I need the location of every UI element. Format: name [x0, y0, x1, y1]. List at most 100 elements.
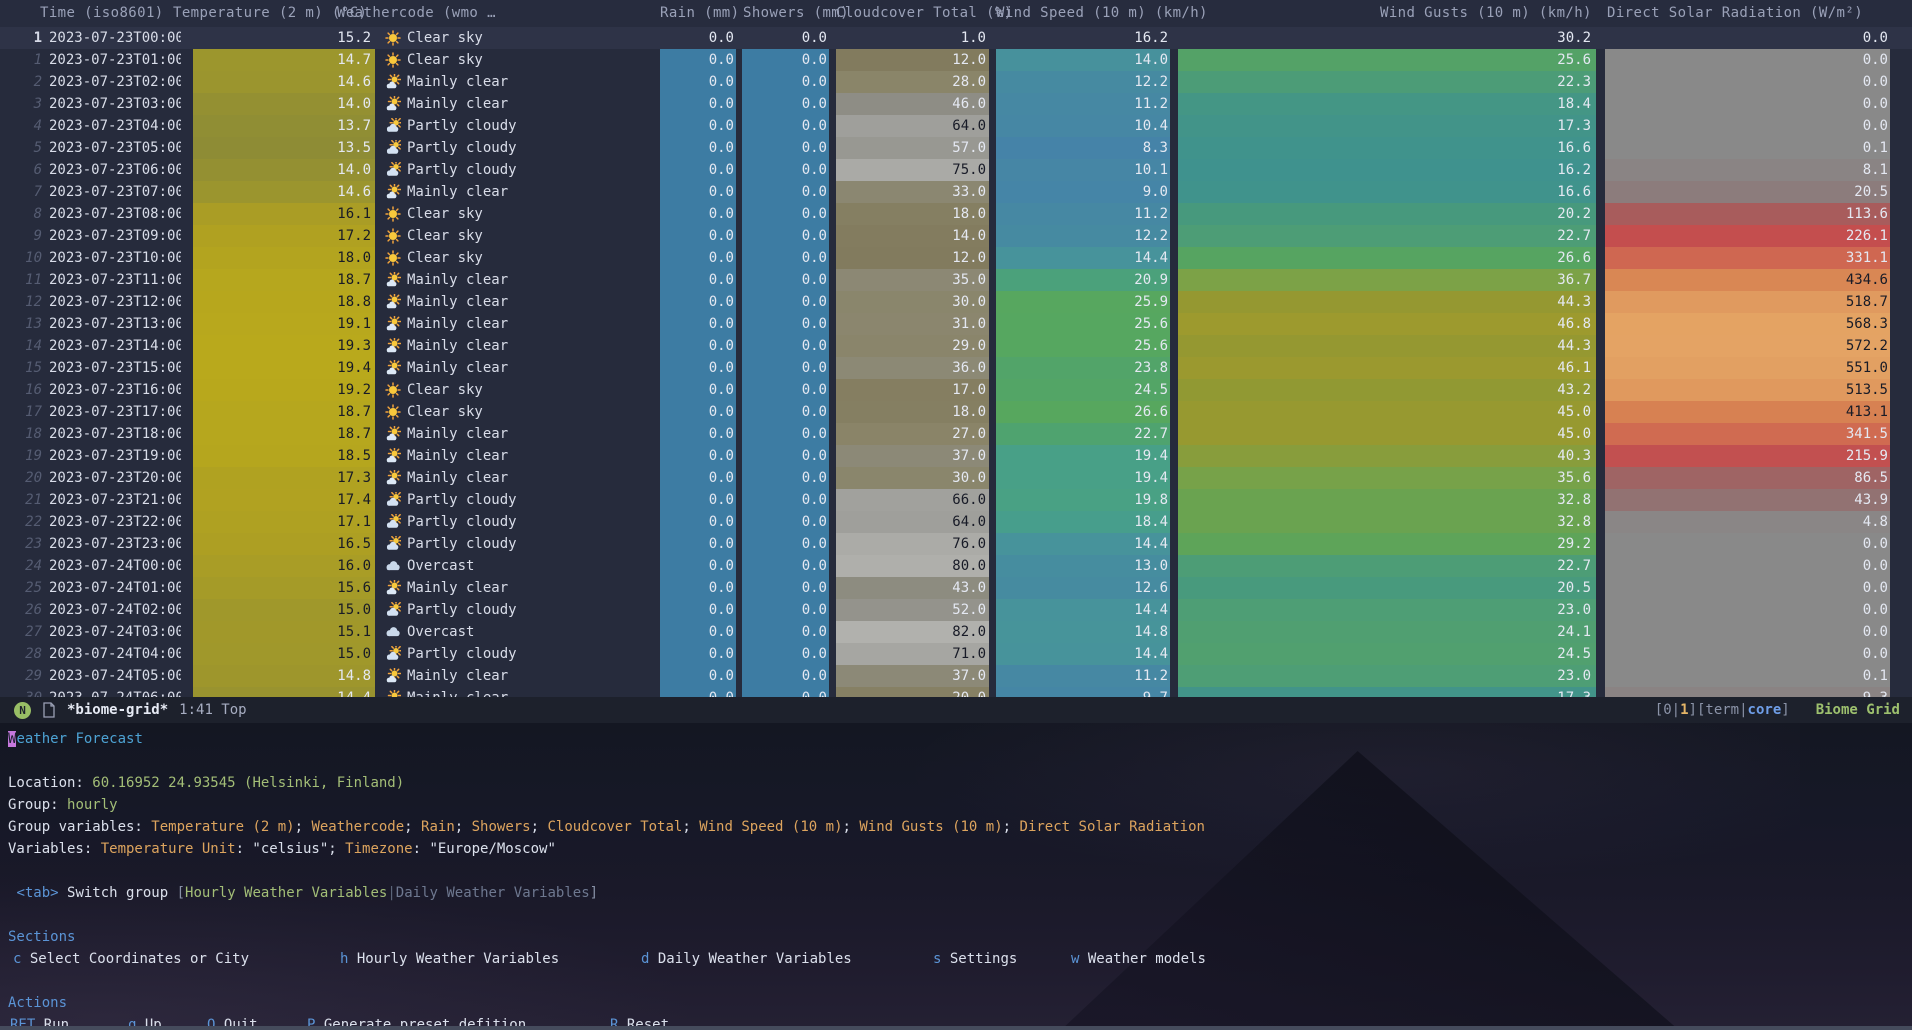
line-number: 24 [0, 555, 42, 577]
menu-item-ret[interactable]: RET Run [10, 1014, 69, 1026]
text-segment: Daily Weather Variables [396, 885, 590, 901]
cell-weathercode: Partly cloudy [385, 533, 655, 555]
cell-cloudcover: 64.0 [836, 511, 989, 533]
table-row[interactable]: 12023-07-23T00:0015.2Clear sky0.00.01.01… [0, 27, 1912, 49]
buffer-name[interactable]: *biome-grid* [67, 702, 168, 718]
column-header-cloudcover[interactable]: Cloudcover Total (%) [836, 0, 1013, 27]
line-number: 27 [0, 621, 42, 643]
table-row[interactable]: 22023-07-23T02:0014.6Mainly clear0.00.02… [0, 71, 1912, 93]
table-row[interactable]: 172023-07-23T17:0018.7Clear sky0.00.018.… [0, 401, 1912, 423]
cell-wind_speed: 19.8 [996, 489, 1170, 511]
column-header-wind_speed[interactable]: Wind Speed (10 m) (km/h) [996, 0, 1208, 27]
workspace-segment: core [1748, 702, 1782, 718]
table-row[interactable]: 212023-07-23T21:0017.4Partly cloudy0.00.… [0, 489, 1912, 511]
table-row[interactable]: 52023-07-23T05:0013.5Partly cloudy0.00.0… [0, 137, 1912, 159]
weather-label: Mainly clear [407, 467, 508, 489]
table-row[interactable]: 242023-07-24T00:0016.0Overcast0.00.080.0… [0, 555, 1912, 577]
menu-item-s[interactable]: s Settings [933, 948, 1017, 970]
table-row[interactable]: 152023-07-23T15:0019.4Mainly clear0.00.0… [0, 357, 1912, 379]
table-row[interactable]: 102023-07-23T10:0018.0Clear sky0.00.012.… [0, 247, 1912, 269]
line-number: 21 [0, 489, 42, 511]
cell-weathercode: Mainly clear [385, 687, 655, 697]
column-header-showers[interactable]: Showers (mm) [743, 0, 849, 27]
table-row[interactable]: 32023-07-23T03:0014.0Mainly clear0.00.04… [0, 93, 1912, 115]
menu-item-q[interactable]: Q Quit [207, 1014, 258, 1026]
cell-cloudcover: 14.0 [836, 225, 989, 247]
column-header-time[interactable]: Time (iso8601) [40, 0, 164, 27]
cell-rain: 0.0 [660, 115, 736, 137]
table-row[interactable]: 192023-07-23T19:0018.5Mainly clear0.00.0… [0, 445, 1912, 467]
cell-cloudcover: 52.0 [836, 599, 989, 621]
text-segment: ; [531, 819, 548, 835]
cell-showers: 0.0 [742, 401, 829, 423]
menu-item-w[interactable]: w Weather models [1071, 948, 1206, 970]
column-header-solar[interactable]: Direct Solar Radiation (W/m²) [1607, 0, 1863, 27]
weather-icon-mainly [385, 668, 401, 684]
weather-label: Partly cloudy [407, 511, 517, 533]
weather-label: Clear sky [407, 379, 483, 401]
cell-wind_gusts: 22.3 [1178, 71, 1596, 93]
cell-wind_speed: 8.3 [996, 137, 1170, 159]
table-row[interactable]: 112023-07-23T11:0018.7Mainly clear0.00.0… [0, 269, 1912, 291]
location-line: Location: 60.16952 24.93545 (Helsinki, F… [0, 772, 1912, 794]
table-row[interactable]: 272023-07-24T03:0015.1Overcast0.00.082.0… [0, 621, 1912, 643]
menu-item-label: Daily Weather Variables [649, 951, 851, 967]
menu-item-p[interactable]: P Generate preset defition [307, 1014, 526, 1026]
cell-temperature: 17.4 [193, 489, 375, 511]
cell-time: 2023-07-24T00:00 [48, 555, 181, 577]
cell-solar: 0.0 [1605, 71, 1890, 93]
cell-wind_speed: 11.2 [996, 93, 1170, 115]
cell-time: 2023-07-24T04:00 [48, 643, 181, 665]
cell-weathercode: Mainly clear [385, 313, 655, 335]
table-row[interactable]: 302023-07-24T06:0014.4Mainly clear0.00.0… [0, 687, 1912, 697]
table-row[interactable]: 72023-07-23T07:0014.6Mainly clear0.00.03… [0, 181, 1912, 203]
table-row[interactable]: 122023-07-23T12:0018.8Mainly clear0.00.0… [0, 291, 1912, 313]
menu-item-c[interactable]: c Select Coordinates or City [13, 948, 249, 970]
cell-cloudcover: 18.0 [836, 401, 989, 423]
cell-solar: 86.5 [1605, 467, 1890, 489]
column-header-weathercode[interactable]: Weathercode (wmo … [337, 0, 496, 27]
table-row[interactable]: 262023-07-24T02:0015.0Partly cloudy0.00.… [0, 599, 1912, 621]
cell-showers: 0.0 [742, 665, 829, 687]
menu-item-q[interactable]: q Up [128, 1014, 162, 1026]
biome-ui-buffer: Weather ForecastLocation: 60.16952 24.93… [0, 723, 1912, 1026]
modeline-left: N *biome-grid* 1:41 Top [14, 702, 247, 719]
table-row[interactable]: 252023-07-24T01:0015.6Mainly clear0.00.0… [0, 577, 1912, 599]
weather-icon-clear [385, 404, 401, 420]
table-row[interactable]: 132023-07-23T13:0019.1Mainly clear0.00.0… [0, 313, 1912, 335]
cell-showers: 0.0 [742, 511, 829, 533]
line-number: 28 [0, 643, 42, 665]
table-row[interactable]: 12023-07-23T01:0014.7Clear sky0.00.012.0… [0, 49, 1912, 71]
menu-item-h[interactable]: h Hourly Weather Variables [340, 948, 559, 970]
menu-item-r[interactable]: R Reset [610, 1014, 669, 1026]
cell-solar: 551.0 [1605, 357, 1890, 379]
cell-rain: 0.0 [660, 247, 736, 269]
text-segment: Group variables: [8, 819, 151, 835]
text-segment: Temperature Unit [101, 841, 236, 857]
table-row[interactable]: 142023-07-23T14:0019.3Mainly clear0.00.0… [0, 335, 1912, 357]
table-row[interactable]: 92023-07-23T09:0017.2Clear sky0.00.014.0… [0, 225, 1912, 247]
cell-solar: 0.0 [1605, 621, 1890, 643]
table-row[interactable]: 232023-07-23T23:0016.5Partly cloudy0.00.… [0, 533, 1912, 555]
table-row[interactable]: 182023-07-23T18:0018.7Mainly clear0.00.0… [0, 423, 1912, 445]
table-row[interactable]: 162023-07-23T16:0019.2Clear sky0.00.017.… [0, 379, 1912, 401]
weather-icon-clear [385, 228, 401, 244]
cell-weathercode: Clear sky [385, 401, 655, 423]
table-row[interactable]: 82023-07-23T08:0016.1Clear sky0.00.018.0… [0, 203, 1912, 225]
table-row[interactable]: 42023-07-23T04:0013.7Partly cloudy0.00.0… [0, 115, 1912, 137]
table-row[interactable]: 292023-07-24T05:0014.8Mainly clear0.00.0… [0, 665, 1912, 687]
key-hint[interactable]: RET [10, 1017, 35, 1026]
cell-showers: 0.0 [742, 621, 829, 643]
table-row[interactable]: 62023-07-23T06:0014.0Partly cloudy0.00.0… [0, 159, 1912, 181]
menu-item-d[interactable]: d Daily Weather Variables [641, 948, 852, 970]
workspace-indicator: [0|1][term|core] [1655, 702, 1790, 718]
column-header-rain[interactable]: Rain (mm) [660, 0, 739, 27]
table-row[interactable]: 202023-07-23T20:0017.3Mainly clear0.00.0… [0, 467, 1912, 489]
table-row[interactable]: 222023-07-23T22:0017.1Partly cloudy0.00.… [0, 511, 1912, 533]
cell-solar: 215.9 [1605, 445, 1890, 467]
line-number: 30 [0, 687, 42, 697]
column-header-wind_gusts[interactable]: Wind Gusts (10 m) (km/h) [1380, 0, 1592, 27]
cell-wind_speed: 14.4 [996, 643, 1170, 665]
table-row[interactable]: 282023-07-24T04:0015.0Partly cloudy0.00.… [0, 643, 1912, 665]
text-segment: eather Forecast [16, 731, 142, 747]
